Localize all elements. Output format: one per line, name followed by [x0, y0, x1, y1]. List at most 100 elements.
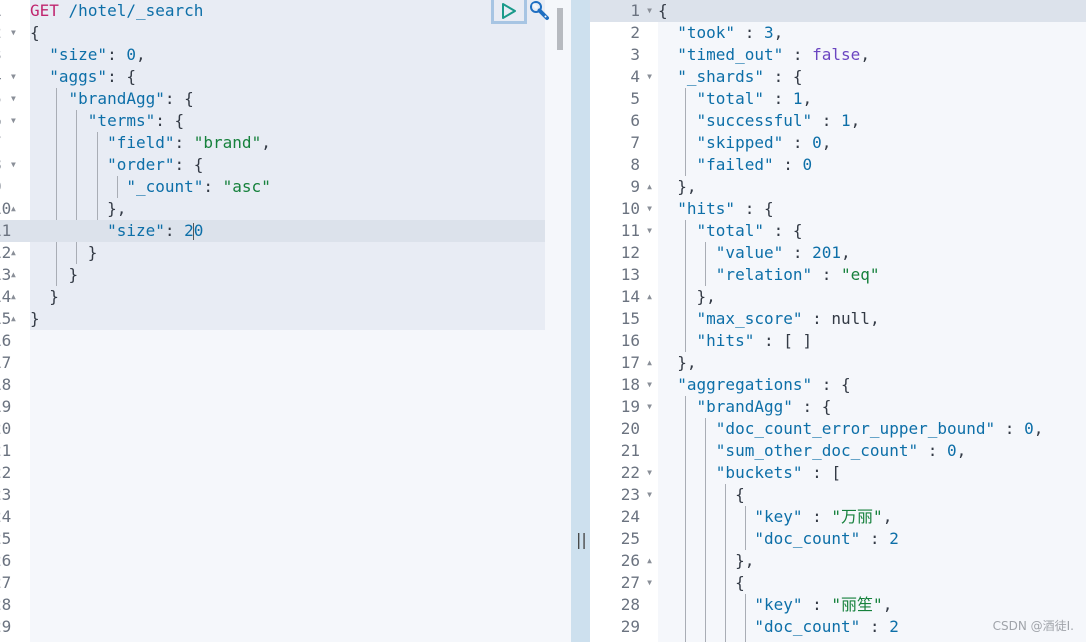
code-line: "relation" : "eq" — [715, 265, 880, 284]
line-number: 6▼ — [0, 110, 30, 132]
code-line: "aggs": { — [49, 67, 136, 86]
request-gutter: 1 2▼ 3 4▼ 5▼ 6▼ 7 8▼ 9 10▲ 11 12▲ 13▲ 14… — [0, 0, 30, 642]
json-key: "total" — [696, 89, 764, 108]
fold-up-icon[interactable]: ▲ — [647, 550, 652, 572]
fold-down-icon[interactable]: ▼ — [647, 66, 652, 88]
line-number: 29 — [0, 617, 12, 636]
json-key: "aggs" — [49, 67, 108, 86]
line-number: 7 — [630, 133, 640, 152]
code-line: }, — [696, 287, 716, 306]
wrench-icon[interactable] — [529, 0, 551, 22]
json-key: "order" — [107, 155, 175, 174]
line-number: 13 — [620, 265, 640, 284]
fold-down-icon[interactable]: ▼ — [647, 462, 652, 484]
fold-down-icon[interactable]: ▼ — [647, 396, 652, 418]
line-number: 10 ▼ — [620, 198, 652, 220]
json-key: "sum_other_doc_count" — [715, 441, 919, 460]
json-value: 0 — [812, 133, 822, 152]
fold-down-icon[interactable]: ▼ — [647, 198, 652, 220]
response-code[interactable]: { "took" : 3, "timed_out" : false, "_sha… — [658, 0, 1086, 638]
code-line: "skipped" : 0, — [696, 133, 832, 152]
line-number: 23 — [0, 485, 12, 504]
json-key: "relation" — [715, 265, 813, 284]
fold-down-icon[interactable]: ▼ — [647, 374, 652, 396]
code-line: { — [735, 573, 745, 592]
request-path: /hotel/_search — [68, 1, 204, 20]
fold-down-icon[interactable]: ▼ — [11, 154, 16, 176]
fold-down-icon[interactable]: ▼ — [11, 110, 16, 132]
code-line: }, — [677, 177, 697, 196]
code-line: "terms": { — [87, 111, 185, 130]
line-number: 25 — [0, 529, 12, 548]
json-value: null — [831, 309, 870, 328]
code-line: "doc_count" : 2 — [754, 529, 899, 548]
code-line: } — [30, 309, 40, 328]
response-gutter: 1 ▼ 2 3 4 ▼ 5 6 7 8 9 ▲ 10 ▼ 11 ▼ 12 13 14 ▲ 1… — [590, 0, 658, 642]
request-editor[interactable]: 1 2▼ 3 4▼ 5▼ 6▼ 7 8▼ 9 10▲ 11 12▲ 13▲ 14… — [0, 0, 571, 642]
response-viewer[interactable]: 1 ▼ 2 3 4 ▼ 5 6 7 8 9 ▲ 10 ▼ 11 ▼ 12 13 14 ▲ 1… — [590, 0, 1086, 642]
fold-up-icon[interactable]: ▲ — [11, 242, 16, 264]
json-value: "brand" — [193, 133, 262, 152]
json-key: "doc_count" — [754, 617, 861, 636]
line-number: 16 — [0, 331, 12, 350]
request-code[interactable]: GET /hotel/_search { "size": 0, "aggs": … — [30, 0, 545, 330]
json-key: "doc_count" — [754, 529, 861, 548]
json-key: "buckets" — [715, 463, 803, 482]
line-number: 6 — [630, 111, 640, 130]
fold-down-icon[interactable]: ▼ — [647, 220, 652, 242]
fold-down-icon[interactable]: ▼ — [11, 88, 16, 110]
fold-down-icon[interactable]: ▼ — [647, 484, 652, 506]
fold-up-icon[interactable]: ▲ — [11, 198, 16, 220]
line-number: 26 — [0, 551, 12, 570]
line-number: 20 — [0, 419, 12, 438]
json-key: "successful" — [696, 111, 813, 130]
json-key: "size" — [107, 221, 165, 240]
line-number: 7 — [0, 132, 30, 154]
fold-up-icon[interactable]: ▲ — [11, 286, 16, 308]
line-number: 12 — [620, 243, 640, 262]
line-number: 1 — [0, 0, 30, 22]
code-line: } — [87, 243, 98, 262]
fold-up-icon[interactable]: ▲ — [647, 286, 652, 308]
json-value: [ ] — [783, 331, 813, 350]
json-value: 1 — [792, 89, 803, 108]
json-value: 1 — [841, 111, 851, 130]
json-value: 0 — [1024, 419, 1034, 438]
drag-handle-icon[interactable]: || — [576, 530, 587, 549]
json-key: "field" — [107, 133, 175, 152]
line-number: 14▲ — [620, 286, 652, 308]
code-line: } — [49, 287, 59, 306]
line-number: 24 — [0, 507, 12, 526]
json-key: "terms" — [87, 111, 156, 130]
play-icon — [502, 2, 516, 19]
code-line: "total" : { — [696, 221, 803, 240]
line-number: 5 — [630, 89, 640, 108]
code-line: }, — [677, 353, 697, 372]
line-number: 29 — [620, 617, 640, 636]
fold-up-icon[interactable]: ▲ — [647, 176, 652, 198]
fold-down-icon[interactable]: ▼ — [647, 0, 652, 22]
code-line: "timed_out" : false, — [677, 45, 870, 64]
json-key: "brandAgg" — [696, 397, 793, 416]
line-number: 3 — [0, 44, 30, 66]
fold-down-icon[interactable]: ▼ — [11, 66, 16, 88]
line-number: 28 — [0, 595, 12, 614]
json-key: "size" — [49, 45, 108, 64]
fold-up-icon[interactable]: ▲ — [11, 308, 16, 330]
json-value: 0 — [126, 45, 136, 64]
json-key: "_shards" — [677, 67, 764, 86]
line-number: 19 — [0, 397, 12, 416]
code-line: }, — [107, 199, 127, 218]
fold-down-icon[interactable]: ▼ — [11, 22, 16, 44]
json-key: "failed" — [696, 155, 774, 174]
fold-up-icon[interactable]: ▲ — [647, 352, 652, 374]
json-key: "took" — [677, 23, 736, 42]
run-request-button[interactable] — [491, 0, 527, 24]
fold-up-icon[interactable]: ▲ — [11, 264, 16, 286]
line-number: 5▼ — [0, 88, 30, 110]
request-scrollbar[interactable] — [557, 8, 563, 50]
pane-divider[interactable]: || — [571, 0, 590, 642]
line-number: 15 — [620, 309, 640, 328]
fold-down-icon[interactable]: ▼ — [647, 572, 652, 594]
line-number: 18 ▼ — [620, 374, 652, 396]
